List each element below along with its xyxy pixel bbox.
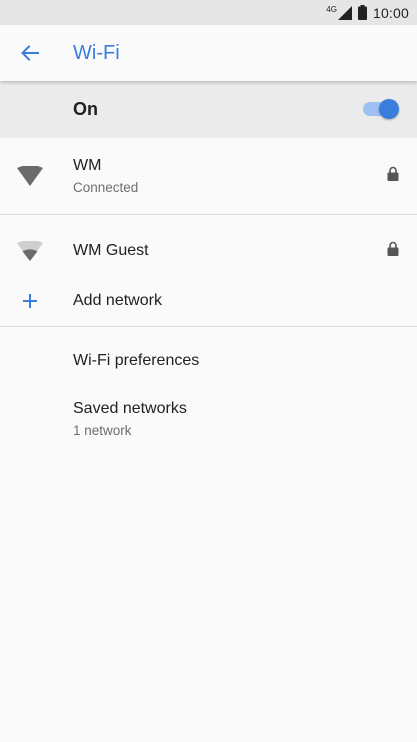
- wifi-preferences-label: Wi-Fi preferences: [73, 352, 200, 369]
- saved-networks-label: Saved networks: [73, 400, 187, 417]
- toggle-thumb: [379, 99, 399, 119]
- wifi-toggle[interactable]: [363, 99, 399, 119]
- network-item-wm[interactable]: WM Connected: [0, 138, 417, 214]
- saved-networks-item[interactable]: Saved networks 1 network: [0, 389, 417, 449]
- master-switch-label: On: [73, 99, 98, 119]
- app-toolbar: Wi-Fi: [0, 25, 417, 81]
- network-name: WM: [73, 157, 102, 174]
- lock-icon: [387, 241, 399, 261]
- page-title: Wi-Fi: [73, 41, 120, 64]
- add-network-item[interactable]: Add network: [0, 279, 417, 323]
- back-button[interactable]: [2, 25, 58, 81]
- cellular-signal: 4G: [326, 4, 352, 20]
- clock: 10:00: [372, 4, 409, 21]
- divider: [0, 326, 417, 327]
- network-status: Connected: [73, 180, 139, 195]
- status-bar: 4G 10:00: [0, 0, 417, 25]
- network-name: WM Guest: [73, 242, 149, 259]
- network-item-wm-guest[interactable]: WM Guest: [0, 223, 417, 279]
- divider: [0, 214, 417, 215]
- wifi-signal-partial-icon: [16, 239, 44, 263]
- arrow-back-icon: [21, 45, 39, 61]
- lock-icon: [387, 166, 399, 186]
- plus-icon: [16, 289, 44, 313]
- wifi-signal-full-icon: [16, 164, 44, 188]
- battery-icon: [357, 5, 367, 20]
- wifi-preferences-item[interactable]: Wi-Fi preferences: [0, 333, 417, 389]
- cell-signal-icon: [337, 5, 352, 20]
- add-network-label: Add network: [73, 292, 162, 309]
- saved-networks-summary: 1 network: [73, 423, 132, 438]
- wifi-master-switch-row[interactable]: On: [0, 81, 417, 138]
- network-type-label: 4G: [326, 4, 337, 14]
